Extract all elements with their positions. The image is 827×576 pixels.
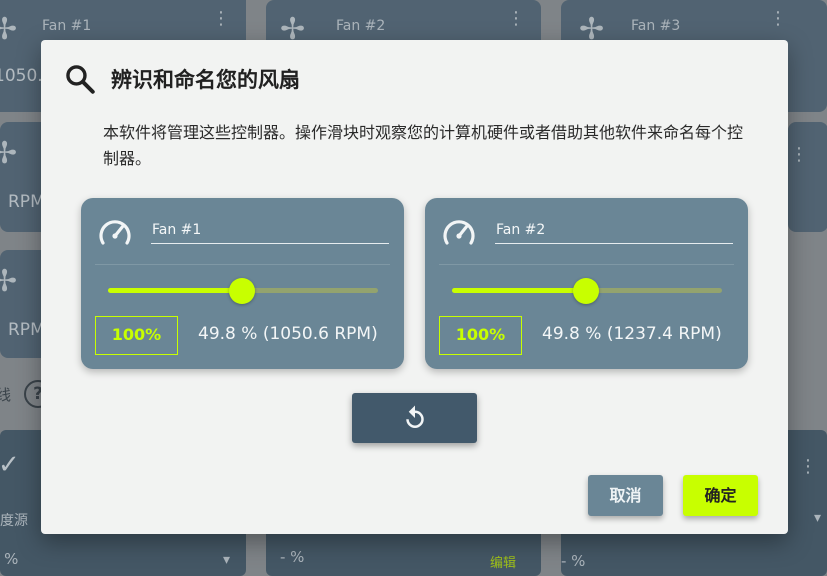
fan-reading: 49.8 % (1050.6 RPM) <box>198 324 378 344</box>
identify-fans-dialog: 辨识和命名您的风扇 本软件将管理这些控制器。操作滑块时观察您的计算机硬件或者借助… <box>41 40 788 534</box>
dialog-title: 辨识和命名您的风扇 <box>111 68 300 92</box>
fan-percent-box[interactable]: 100% <box>439 316 522 355</box>
fan-speed-slider[interactable] <box>108 278 378 304</box>
dialog-description: 本软件将管理这些控制器。操作滑块时观察您的计算机硬件或者借助其他软件来命名每个控… <box>103 123 744 168</box>
reset-button[interactable] <box>352 393 477 443</box>
fan-card-1: 100% 49.8 % (1050.6 RPM) <box>81 198 404 369</box>
speedometer-icon <box>99 220 131 245</box>
slider-thumb[interactable] <box>229 278 256 304</box>
search-icon <box>66 65 95 94</box>
reset-icon <box>405 405 424 428</box>
slider-fill <box>108 288 243 293</box>
fan-card-2: 100% 49.8 % (1237.4 RPM) <box>425 198 748 369</box>
ok-button[interactable]: 确定 <box>683 475 758 516</box>
fan-reading: 49.8 % (1237.4 RPM) <box>542 324 722 344</box>
slider-fill <box>452 288 587 293</box>
card-divider <box>95 264 390 265</box>
dialog-header: 辨识和命名您的风扇 <box>63 62 300 96</box>
cancel-button[interactable]: 取消 <box>588 475 663 516</box>
slider-thumb[interactable] <box>573 278 600 304</box>
fan-name-input[interactable] <box>495 216 733 244</box>
fan-percent-box[interactable]: 100% <box>95 316 178 355</box>
card-divider <box>439 264 734 265</box>
fan-speed-slider[interactable] <box>452 278 722 304</box>
fan-name-input[interactable] <box>151 216 389 244</box>
speedometer-icon <box>443 220 475 245</box>
